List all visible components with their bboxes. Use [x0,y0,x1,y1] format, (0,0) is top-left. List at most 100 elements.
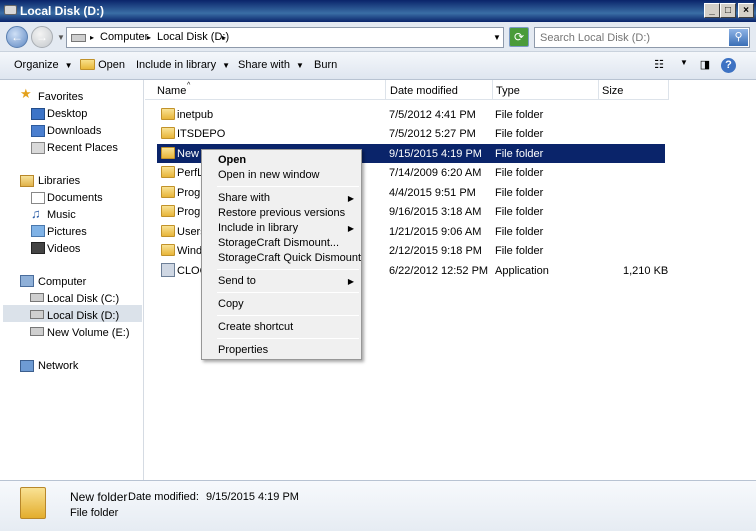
sidebar-item-libraries[interactable]: Libraries [38,175,80,187]
menu-item-restore-previous-versions[interactable]: Restore previous versions [203,206,360,221]
sidebar-item-local-disk-d[interactable]: Local Disk (D:) [47,310,119,322]
menu-item-send-to[interactable]: Send to ▶ [203,274,360,289]
chevron-right-icon[interactable]: ▸ [222,33,226,42]
menu-item-share-with[interactable]: Share with ▶ [203,191,360,206]
menu-separator [217,315,359,316]
context-menu: Open Open in new window Share with ▶ Rest… [201,149,362,360]
column-header-type[interactable]: Type [493,80,599,100]
menu-item-open-new-window[interactable]: Open in new window [203,168,360,183]
search-input[interactable] [537,29,727,46]
chevron-right-icon[interactable]: ▸ [90,33,94,42]
file-date: 2/12/2015 9:18 PM [389,245,482,257]
burn-button[interactable]: Burn [314,59,337,71]
breadcrumb-computer[interactable]: Computer [100,31,148,43]
refresh-button[interactable]: ⟳ [509,27,529,47]
application-icon [161,263,175,277]
navigation-pane: ★ Favorites Desktop Downloads Recent Pla… [0,80,144,480]
file-type: File folder [495,109,544,121]
include-in-library-button[interactable]: Include in library ▼ [136,59,230,71]
help-icon[interactable]: ? [721,58,736,73]
share-with-button[interactable]: Share with ▼ [238,59,304,71]
sidebar-item-downloads[interactable]: Downloads [47,125,101,137]
file-type: File folder [495,206,544,218]
back-button[interactable]: ← [6,26,28,48]
folder-icon [161,108,175,120]
sidebar-item-videos[interactable]: Videos [47,243,80,255]
include-in-library-menu-label: Include in library [218,222,299,234]
column-header-size[interactable]: Size [599,80,669,100]
menu-item-include-in-library[interactable]: Include in library ▶ [203,221,360,236]
forward-button[interactable]: → [31,26,53,48]
chevron-right-icon[interactable]: ▸ [147,33,151,42]
drive-icon [30,310,44,319]
file-type: File folder [495,245,544,257]
include-in-library-label: Include in library [136,59,217,71]
breadcrumb[interactable]: ▸ Computer ▸ Local Disk (D:) ▸ ▼ [66,27,504,48]
file-row[interactable]: ITSDEPO 7/5/2012 5:27 PM File folder [157,124,665,143]
organize-button[interactable]: Organize ▼ [14,59,73,71]
sidebar-item-new-volume-e[interactable]: New Volume (E:) [47,327,130,339]
sidebar-item-pictures[interactable]: Pictures [47,226,87,238]
star-icon: ★ [20,86,32,101]
menu-item-open[interactable]: Open [203,153,360,168]
file-name: Progr [177,206,204,218]
open-button[interactable]: Open [80,59,125,71]
menu-separator [217,338,359,339]
view-options-icon[interactable]: ☷ [651,58,667,72]
search-box: ⚲ [534,27,750,48]
drive-icon [30,293,44,302]
computer-icon [20,275,34,287]
folder-icon [161,147,175,159]
file-type: Application [495,265,549,277]
minimize-button[interactable]: _ [704,3,720,18]
folder-icon [161,186,175,198]
folder-icon [80,59,95,70]
file-name: ITSDEPO [177,128,226,140]
file-size: 1,210 KB [623,265,669,277]
column-header-name[interactable]: Name ^ [145,80,386,100]
recent-pages-dropdown[interactable]: ▼ [57,33,65,42]
preview-pane-icon[interactable]: ◨ [697,58,713,72]
open-label: Open [98,59,125,71]
menu-item-copy[interactable]: Copy [203,297,360,312]
sidebar-item-recent-places[interactable]: Recent Places [47,142,118,154]
pictures-icon [31,225,45,237]
file-type: File folder [495,226,544,238]
sidebar-item-documents[interactable]: Documents [47,192,103,204]
file-date: 7/14/2009 6:20 AM [389,167,482,179]
submenu-arrow-icon: ▶ [347,194,354,203]
breadcrumb-local-disk-d[interactable]: Local Disk (D:) [157,31,229,43]
file-name: Progr [177,187,204,199]
command-bar: Organize ▼ Open Include in library ▼ Share… [0,52,756,80]
address-dropdown[interactable]: ▼ [493,33,501,42]
network-icon [20,360,34,372]
folder-icon [161,225,175,237]
view-dropdown[interactable]: ▼ [676,58,692,72]
drive-icon [71,34,86,42]
close-button[interactable]: × [738,3,754,18]
file-date: 9/16/2015 3:18 AM [389,206,482,218]
menu-item-storagecraft-dismount[interactable]: StorageCraft Dismount... [203,236,360,251]
drive-icon [30,327,44,336]
file-type: File folder [495,167,544,179]
sidebar-item-network[interactable]: Network [38,360,78,372]
sidebar-item-local-disk-c[interactable]: Local Disk (C:) [47,293,119,305]
menu-item-properties[interactable]: Properties [203,343,360,358]
file-date: 6/22/2012 12:52 PM [389,265,489,277]
share-with-menu-label: Share with [218,192,270,204]
submenu-arrow-icon: ▶ [347,224,354,233]
maximize-button[interactable]: □ [720,3,736,18]
file-row[interactable]: inetpub 7/5/2012 4:41 PM File folder [157,105,665,124]
menu-separator [217,292,359,293]
sidebar-item-desktop[interactable]: Desktop [47,108,87,120]
search-icon[interactable]: ⚲ [729,29,748,46]
sidebar-item-favorites[interactable]: Favorites [38,91,83,103]
sidebar-item-computer[interactable]: Computer [38,276,86,288]
column-header-date-modified[interactable]: Date modified [386,80,493,100]
menu-item-storagecraft-quick-dismount[interactable]: StorageCraft Quick Dismount [203,251,361,266]
menu-item-create-shortcut[interactable]: Create shortcut [203,320,360,335]
sidebar-item-music[interactable]: Music [47,209,76,221]
column-name-label: Name [157,85,187,97]
file-name: inetpub [177,109,214,121]
folder-icon [161,127,175,139]
